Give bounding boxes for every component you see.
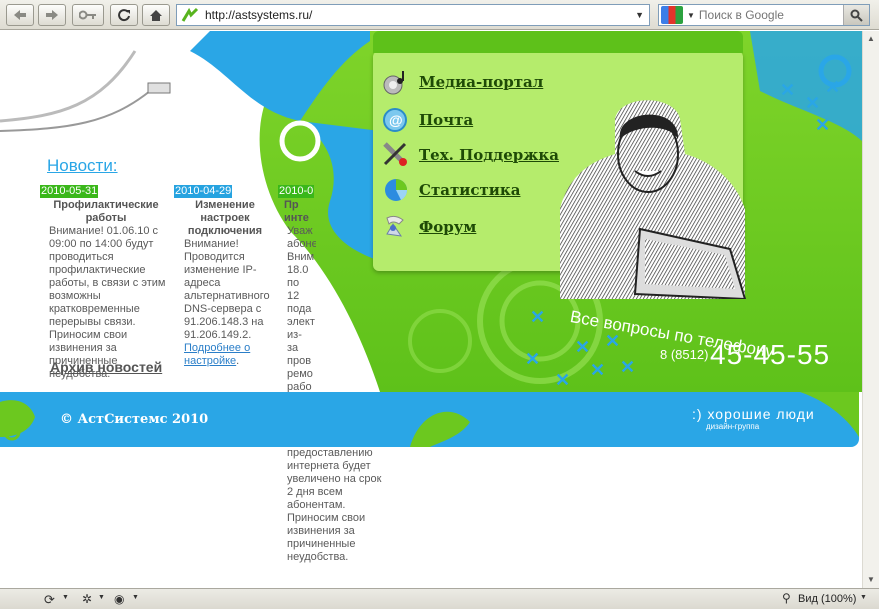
phone-number: 45-45-55 xyxy=(710,339,831,370)
menu-item-media[interactable]: Медиа-портал xyxy=(381,69,543,95)
menu-link[interactable]: Тех. Поддержка xyxy=(419,146,559,164)
menu-item-forum[interactable]: Форум xyxy=(381,214,476,240)
svg-text:@: @ xyxy=(389,112,403,128)
period-text: . xyxy=(236,355,240,367)
key-icon xyxy=(79,10,96,20)
designer-name: :) хорошие люди xyxy=(692,406,815,422)
menu-item-stats[interactable]: Статистика xyxy=(381,177,520,203)
dropdown-icon[interactable]: ▼ xyxy=(635,10,644,20)
footer-band: © АстСистемс 2010 :) хорошие люди дизайн… xyxy=(0,392,859,447)
news-title: Профилактические работы xyxy=(53,199,159,224)
vertical-scrollbar[interactable]: ▲ ▼ xyxy=(862,31,879,588)
news-heading[interactable]: Новости: xyxy=(47,156,118,176)
news-body: Внимание! Проводится изменение IP-адреса… xyxy=(184,238,270,341)
arrow-left-icon xyxy=(14,10,26,20)
search-icon[interactable] xyxy=(843,5,869,25)
chevron-down-icon[interactable]: ▼ xyxy=(98,594,105,601)
share-icon[interactable]: ✲ xyxy=(82,592,92,606)
search-box[interactable]: ▼ xyxy=(658,4,870,26)
back-button[interactable] xyxy=(6,4,34,26)
chevron-down-icon[interactable]: ▼ xyxy=(860,594,867,601)
reload-icon xyxy=(118,9,130,22)
music-note-icon xyxy=(383,71,404,95)
scroll-up-arrow[interactable]: ▲ xyxy=(863,31,879,47)
news-more-link[interactable]: Подробнее о настройке xyxy=(184,342,250,367)
zoom-icon: ⚲ xyxy=(782,591,791,605)
address-url: http://astsystems.ru/ xyxy=(205,8,313,22)
svg-text:✕: ✕ xyxy=(575,337,590,357)
svg-text:✕: ✕ xyxy=(555,370,570,390)
status-bar: ⟳ ▼ ✲ ▼ ◉ ▼ ⚲ Вид (100%) ▼ xyxy=(0,588,879,609)
chevron-down-icon[interactable]: ▼ xyxy=(62,594,69,601)
phone-prefix: 8 (8512) xyxy=(660,347,709,362)
news-date: 2010-04-29 xyxy=(174,185,233,198)
arrow-right-icon xyxy=(46,10,58,20)
site-favicon-icon xyxy=(181,7,199,22)
chevron-down-icon[interactable]: ▼ xyxy=(687,11,695,20)
refresh-icon[interactable]: ⟳ xyxy=(44,592,55,608)
designer-logo[interactable]: :) хорошие люди дизайн-группа xyxy=(692,406,815,431)
svg-text:✕: ✕ xyxy=(530,307,545,327)
svg-text:✕: ✕ xyxy=(825,77,840,97)
forward-button[interactable] xyxy=(38,4,66,26)
svg-text:✕: ✕ xyxy=(620,357,635,377)
forum-icon xyxy=(386,215,404,237)
news-item: 2010-04-29 Изменение настроек подключени… xyxy=(174,185,276,368)
mail-icon: @ xyxy=(383,108,407,132)
address-bar[interactable]: http://astsystems.ru/ ▼ xyxy=(176,4,650,26)
svg-text:✕: ✕ xyxy=(590,360,605,380)
menu-item-mail[interactable]: @ Почта xyxy=(381,107,473,133)
svg-text:✕: ✕ xyxy=(525,349,540,369)
menu-link[interactable]: Медиа-портал xyxy=(419,73,543,91)
home-icon xyxy=(150,9,162,21)
key-button[interactable] xyxy=(72,4,104,26)
page-viewport: ✕ ✕ ✕ ✕ ✕ ✕ ✕ ✕ ✕ ✕ ✕ Новости: 2010-05-31 Профи… xyxy=(0,31,862,588)
news-date: 2010-05-31 xyxy=(40,185,99,198)
footer-copyright: © АстСистемс 2010 xyxy=(60,412,209,427)
svg-text:✕: ✕ xyxy=(815,115,830,135)
menu-item-support[interactable]: Тех. Поддержка xyxy=(381,142,559,168)
chart-icon xyxy=(385,179,408,201)
chevron-down-icon[interactable]: ▼ xyxy=(132,594,139,601)
globe-icon[interactable]: ◉ xyxy=(114,592,124,606)
search-input[interactable] xyxy=(698,8,837,22)
news-body: Уваж абоне Вним 18.0 по 12 пода элект из… xyxy=(287,225,316,419)
news-archive-link[interactable]: Архив новостей xyxy=(50,359,162,375)
news-item: 2010-0 Пр инте Уваж абоне Вним 18.0 по 1… xyxy=(278,185,316,420)
news-date: 2010-0 xyxy=(278,185,315,198)
designer-subtitle: дизайн-группа xyxy=(706,422,760,431)
svg-text:✕: ✕ xyxy=(805,93,820,113)
person-with-laptop-illustration xyxy=(560,100,747,299)
news-title: Изменение настроек подключения xyxy=(187,199,263,237)
menu-link[interactable]: Почта xyxy=(419,111,473,129)
svg-text:✕: ✕ xyxy=(780,80,795,100)
menu-link[interactable]: Форум xyxy=(419,218,476,236)
zoom-level[interactable]: Вид (100%) xyxy=(798,593,856,605)
news-overflow-text: предоставлению интернета будет увеличено… xyxy=(287,447,382,563)
home-button[interactable] xyxy=(142,4,170,26)
menu-link[interactable]: Статистика xyxy=(419,181,520,199)
google-icon[interactable] xyxy=(661,6,683,24)
reload-button[interactable] xyxy=(110,4,138,26)
menu-panel-header-strip xyxy=(373,31,743,53)
browser-toolbar: http://astsystems.ru/ ▼ ▼ xyxy=(0,0,879,30)
scroll-down-arrow[interactable]: ▼ xyxy=(863,572,879,588)
tools-icon xyxy=(383,142,407,166)
news-title: Пр инте xyxy=(284,199,309,224)
